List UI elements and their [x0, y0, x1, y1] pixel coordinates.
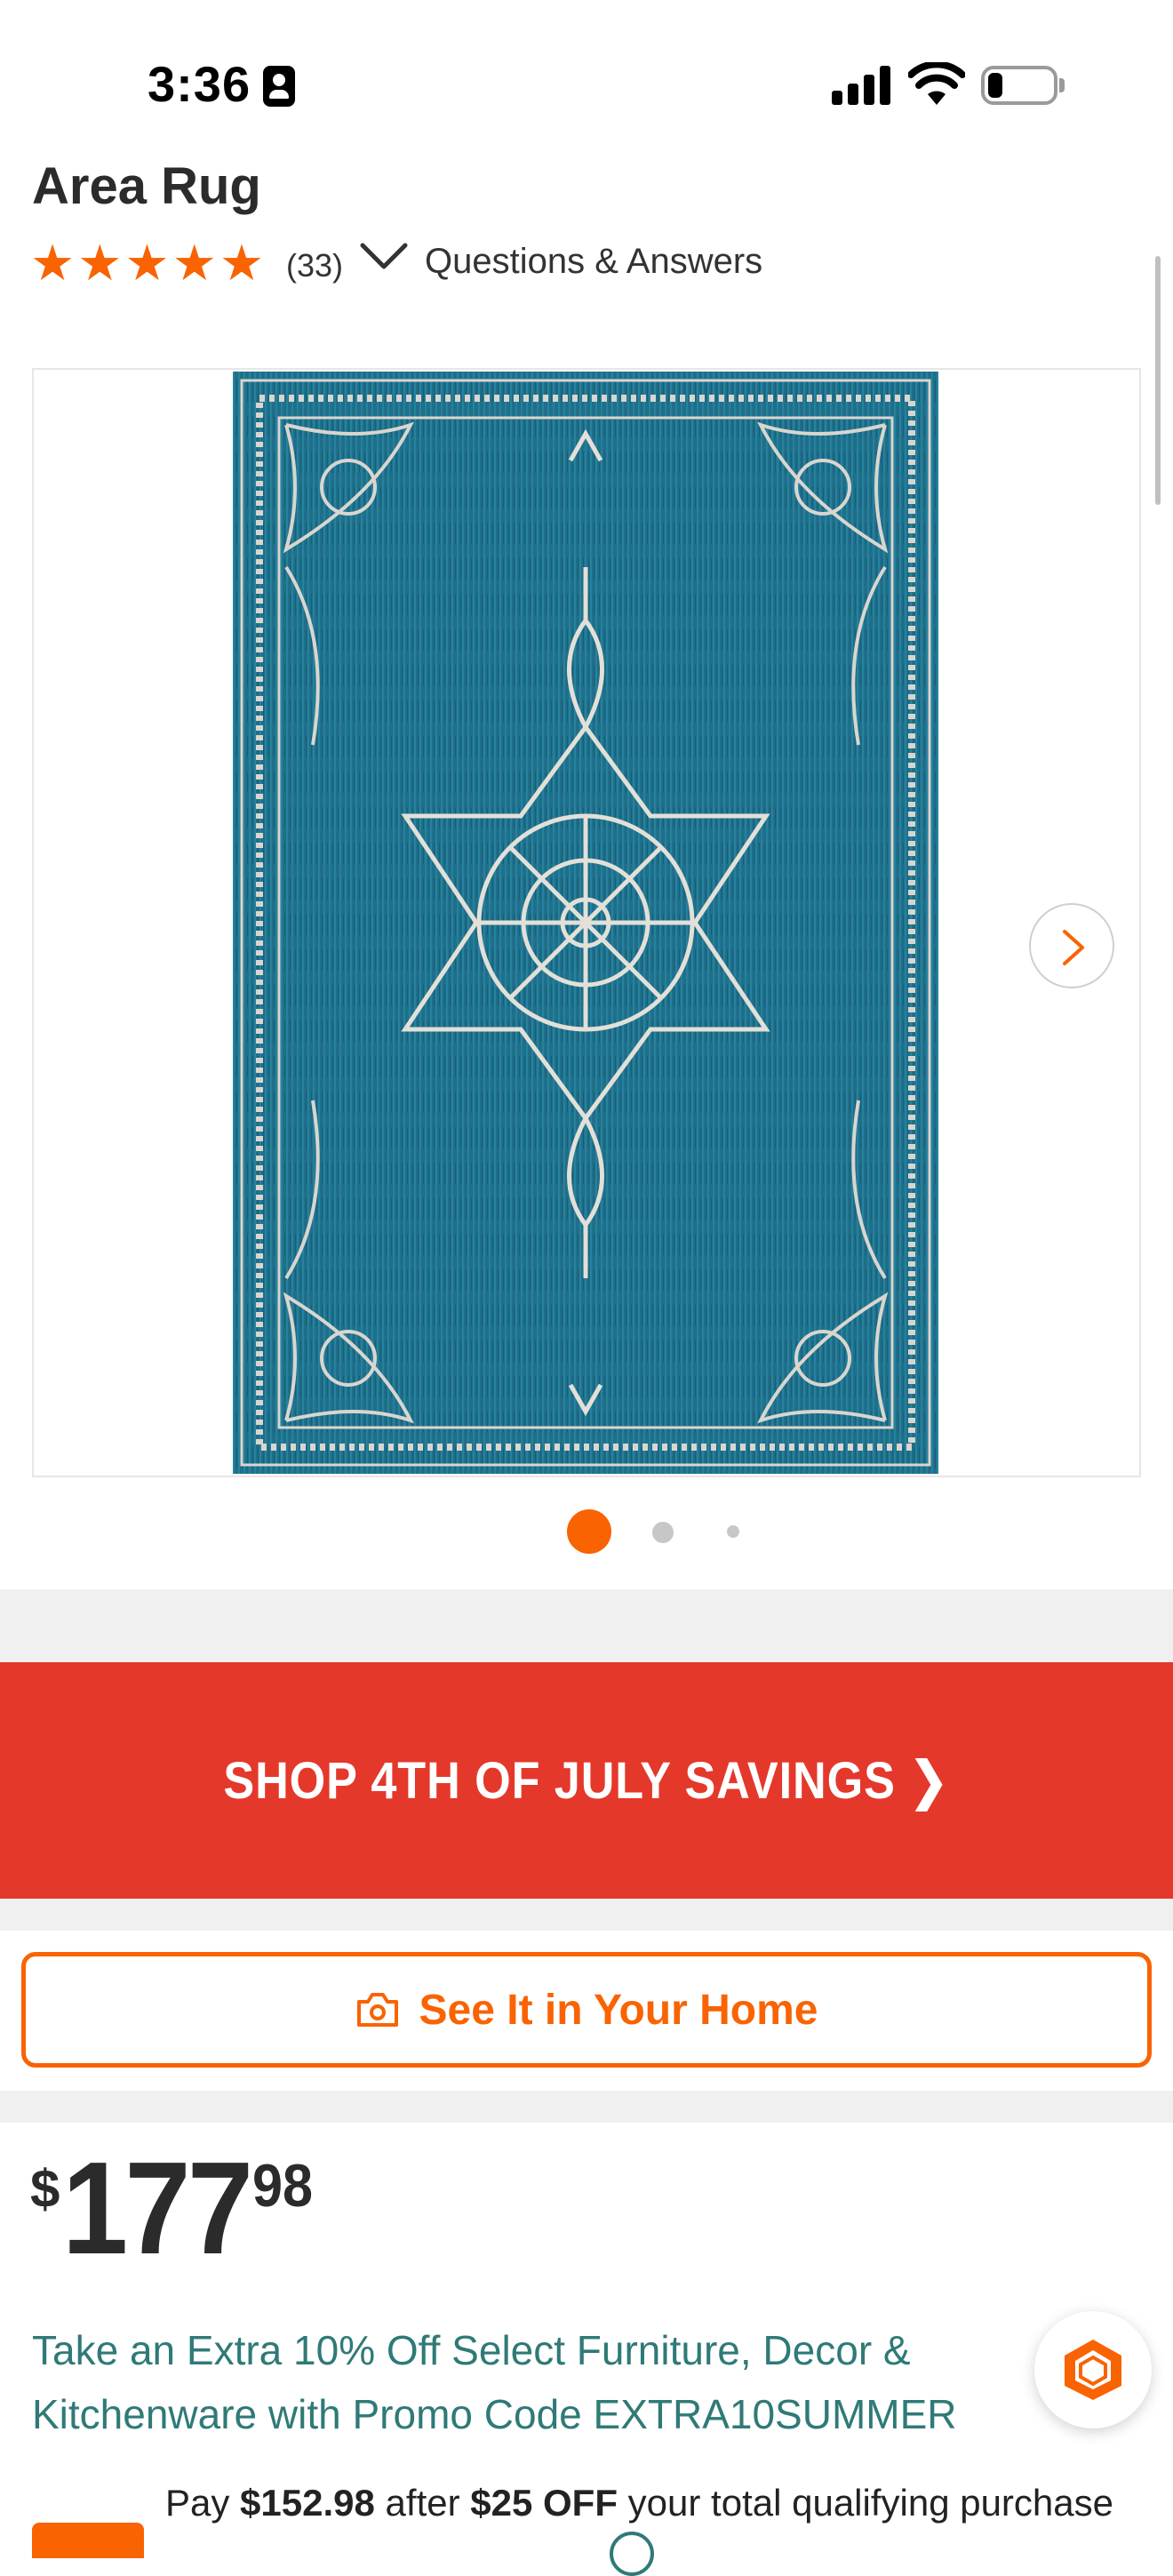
review-count[interactable]: (33): [286, 247, 343, 284]
star-icon: ★: [30, 235, 76, 291]
star-icon: ★: [219, 235, 265, 291]
next-image-button[interactable]: [1029, 903, 1114, 988]
star-icon: ★: [124, 235, 170, 291]
gallery-dot-active[interactable]: [567, 1509, 611, 1554]
section-divider: [0, 2091, 1173, 2123]
gallery-dot[interactable]: [652, 1522, 674, 1543]
promo-message[interactable]: Take an Extra 10% Off Select Furniture, …: [32, 2318, 1027, 2446]
camera-icon: [356, 1993, 398, 2027]
battery-icon: [981, 66, 1057, 105]
promo-banner-label: SHOP 4TH OF JULY SAVINGS ❯: [223, 1752, 950, 1810]
status-time: 3:36: [148, 56, 251, 112]
gallery-dot[interactable]: [727, 1525, 739, 1538]
price-currency: $: [30, 2159, 60, 2219]
battery-nub: [1059, 78, 1065, 92]
help-hexagon-icon: [1065, 2340, 1121, 2400]
chevron-right-icon: [1063, 930, 1084, 965]
see-it-in-your-home-label: See It in Your Home: [419, 1986, 818, 2034]
section-divider: [0, 1899, 1173, 1931]
focus-mode-icon: [263, 66, 295, 107]
questions-answers-link[interactable]: Questions & Answers: [425, 242, 762, 282]
product-title: Area Rug: [32, 157, 261, 215]
financing-offer[interactable]: Pay $152.98 after $25 OFF your total qua…: [165, 2482, 1113, 2524]
financing-discount: $25 OFF: [470, 2482, 618, 2524]
financing-suffix: your total qualifying purchase: [618, 2482, 1113, 2524]
section-divider: [0, 1589, 1173, 1662]
credit-card-thumbnail: [32, 2523, 144, 2558]
star-icon: ★: [172, 235, 217, 291]
financing-prefix: Pay: [165, 2482, 241, 2524]
scrollbar[interactable]: [1155, 256, 1161, 505]
chat-help-button[interactable]: [1034, 2311, 1152, 2428]
promo-banner[interactable]: SHOP 4TH OF JULY SAVINGS ❯: [0, 1662, 1173, 1899]
price-cents: 98: [252, 2152, 314, 2220]
rug-product-image[interactable]: [233, 372, 938, 1474]
financing-amount: $152.98: [240, 2482, 375, 2524]
rating-stars[interactable]: ★ ★ ★ ★ ★: [30, 236, 264, 290]
price-dollars: 177: [62, 2135, 253, 2282]
financing-middle: after: [374, 2482, 471, 2524]
star-icon: ★: [77, 235, 123, 291]
chevron-down-icon[interactable]: [359, 238, 409, 274]
info-icon[interactable]: [610, 2532, 654, 2576]
see-it-in-your-home-button[interactable]: See It in Your Home: [21, 1952, 1152, 2068]
cellular-signal-icon: [832, 64, 892, 105]
wifi-icon: [908, 62, 965, 105]
